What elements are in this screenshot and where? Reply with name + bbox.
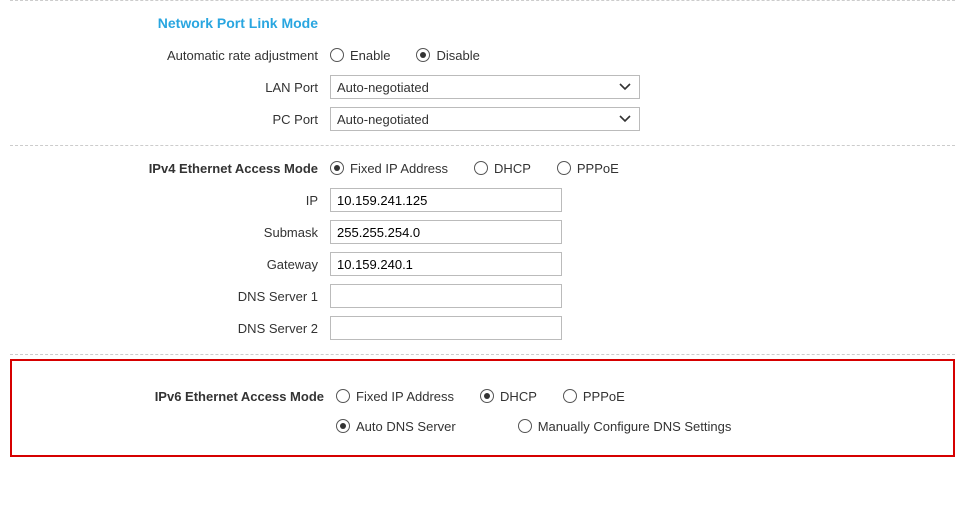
radio-icon [336,419,350,433]
input-dns2[interactable] [330,316,562,340]
label-lan-port: LAN Port [10,80,330,95]
label-ip: IP [10,193,330,208]
radio-label: Manually Configure DNS Settings [538,419,732,434]
label-dns2: DNS Server 2 [10,321,330,336]
radio-ipv6-fixed[interactable]: Fixed IP Address [336,389,454,404]
radio-label: Enable [350,48,390,63]
radio-icon [557,161,571,175]
radio-icon [563,389,577,403]
label-ipv6-mode: IPv6 Ethernet Access Mode [16,389,336,404]
radio-label: Fixed IP Address [350,161,448,176]
radio-ipv6-dns-auto[interactable]: Auto DNS Server [336,419,456,434]
select-pc-port[interactable]: Auto-negotiated [330,107,640,131]
input-submask[interactable] [330,220,562,244]
input-gateway[interactable] [330,252,562,276]
radio-auto-rate-enable[interactable]: Enable [330,48,390,63]
section-ipv4: IPv4 Ethernet Access Mode Fixed IP Addre… [10,145,955,354]
input-dns1[interactable] [330,284,562,308]
radio-ipv6-dhcp[interactable]: DHCP [480,389,537,404]
radio-ipv6-dns-manual[interactable]: Manually Configure DNS Settings [518,419,732,434]
radio-label: PPPoE [577,161,619,176]
input-ip[interactable] [330,188,562,212]
radio-label: Disable [436,48,479,63]
label-pc-port: PC Port [10,112,330,127]
radio-icon [416,48,430,62]
radio-icon [480,389,494,403]
select-value: Auto-negotiated [337,80,429,95]
section-link-mode: Network Port Link Mode Automatic rate ad… [10,0,955,145]
radio-icon [330,161,344,175]
chevron-down-icon [619,113,631,128]
label-submask: Submask [10,225,330,240]
radio-label: DHCP [500,389,537,404]
label-gateway: Gateway [10,257,330,272]
chevron-down-icon [619,81,631,96]
radio-label: Fixed IP Address [356,389,454,404]
label-auto-rate: Automatic rate adjustment [10,48,330,63]
radio-label: PPPoE [583,389,625,404]
radio-label: DHCP [494,161,531,176]
label-dns1: DNS Server 1 [10,289,330,304]
radio-icon [518,419,532,433]
section-title-link-mode: Network Port Link Mode [10,15,330,31]
radio-icon [330,48,344,62]
radio-icon [336,389,350,403]
radio-ipv4-fixed[interactable]: Fixed IP Address [330,161,448,176]
radio-ipv4-pppoe[interactable]: PPPoE [557,161,619,176]
section-ipv6: IPv6 Ethernet Access Mode Fixed IP Addre… [10,354,955,467]
radio-ipv4-dhcp[interactable]: DHCP [474,161,531,176]
radio-label: Auto DNS Server [356,419,456,434]
radio-auto-rate-disable[interactable]: Disable [416,48,479,63]
radio-ipv6-pppoe[interactable]: PPPoE [563,389,625,404]
label-ipv4-mode: IPv4 Ethernet Access Mode [10,161,330,176]
ipv6-highlight-box: IPv6 Ethernet Access Mode Fixed IP Addre… [10,359,955,457]
select-value: Auto-negotiated [337,112,429,127]
radio-icon [474,161,488,175]
select-lan-port[interactable]: Auto-negotiated [330,75,640,99]
